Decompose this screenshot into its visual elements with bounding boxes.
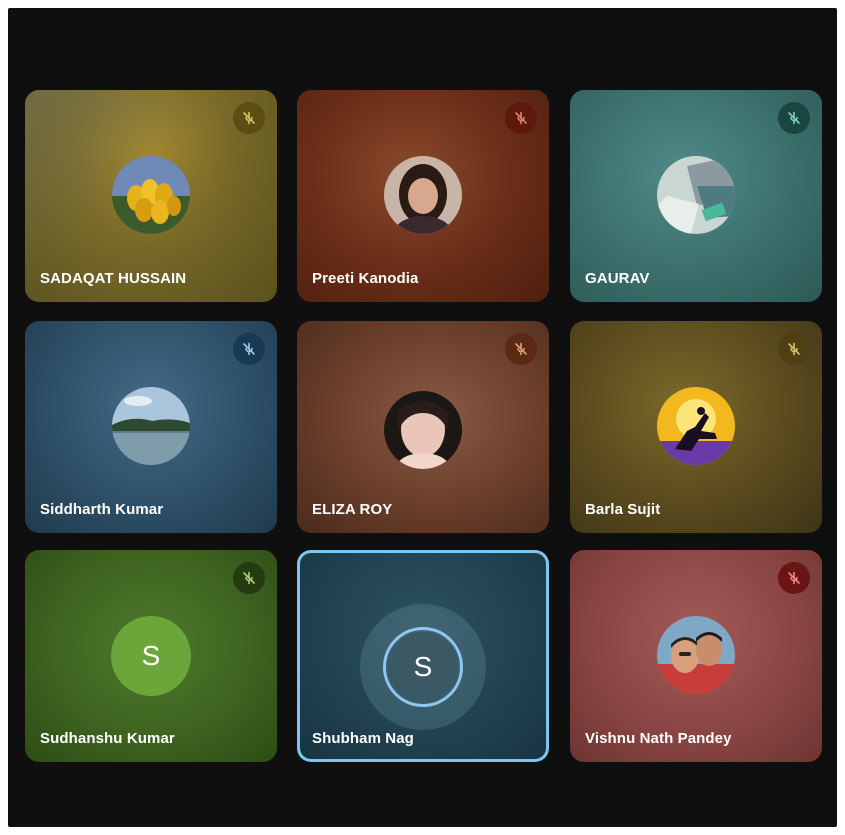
- participant-tile-eliza-roy[interactable]: ELIZA ROY: [297, 321, 549, 533]
- avatar: [112, 387, 190, 465]
- participant-name: Shubham Nag: [312, 730, 414, 747]
- avatar: [384, 156, 462, 234]
- mic-off-icon: [505, 333, 537, 365]
- participant-name: Barla Sujit: [585, 501, 661, 518]
- participant-tile-sadaqat-hussain[interactable]: SADAQAT HUSSAIN: [25, 90, 277, 302]
- participant-name: Vishnu Nath Pandey: [585, 730, 732, 747]
- participant-name: Siddharth Kumar: [40, 501, 164, 518]
- participant-tile-sudhanshu-kumar[interactable]: S Sudhanshu Kumar: [25, 550, 277, 762]
- meeting-grid: SADAQAT HUSSAIN Preeti Kanodia GAURAV Si…: [8, 8, 837, 827]
- participant-name: SADAQAT HUSSAIN: [40, 270, 187, 287]
- mic-off-icon: [233, 562, 265, 594]
- mic-off-icon: [505, 102, 537, 134]
- mic-off-icon: [778, 562, 810, 594]
- avatar: S: [111, 616, 191, 696]
- participant-tile-shubham-nag[interactable]: S Shubham Nag: [297, 550, 549, 762]
- mic-off-icon: [778, 333, 810, 365]
- participant-tile-preeti-kanodia[interactable]: Preeti Kanodia: [297, 90, 549, 302]
- avatar: [384, 391, 462, 469]
- avatar: [657, 387, 735, 465]
- participant-tile-gaurav[interactable]: GAURAV: [570, 90, 822, 302]
- avatar: [657, 616, 735, 694]
- mic-off-icon: [233, 102, 265, 134]
- avatar: [657, 156, 735, 234]
- participant-name: Sudhanshu Kumar: [40, 730, 175, 747]
- participant-tile-barla-sujit[interactable]: Barla Sujit: [570, 321, 822, 533]
- avatar: [112, 156, 190, 234]
- speaking-indicator: S: [360, 604, 486, 730]
- participant-tile-siddharth-kumar[interactable]: Siddharth Kumar: [25, 321, 277, 533]
- avatar: S: [388, 632, 458, 702]
- participant-tile-vishnu-nath-pandey[interactable]: Vishnu Nath Pandey: [570, 550, 822, 762]
- mic-off-icon: [778, 102, 810, 134]
- participant-name: Preeti Kanodia: [312, 270, 419, 287]
- mic-off-icon: [233, 333, 265, 365]
- participant-name: ELIZA ROY: [312, 501, 393, 518]
- avatar-letter: S: [141, 640, 161, 671]
- avatar-letter: S: [413, 651, 433, 682]
- participant-name: GAURAV: [585, 270, 650, 287]
